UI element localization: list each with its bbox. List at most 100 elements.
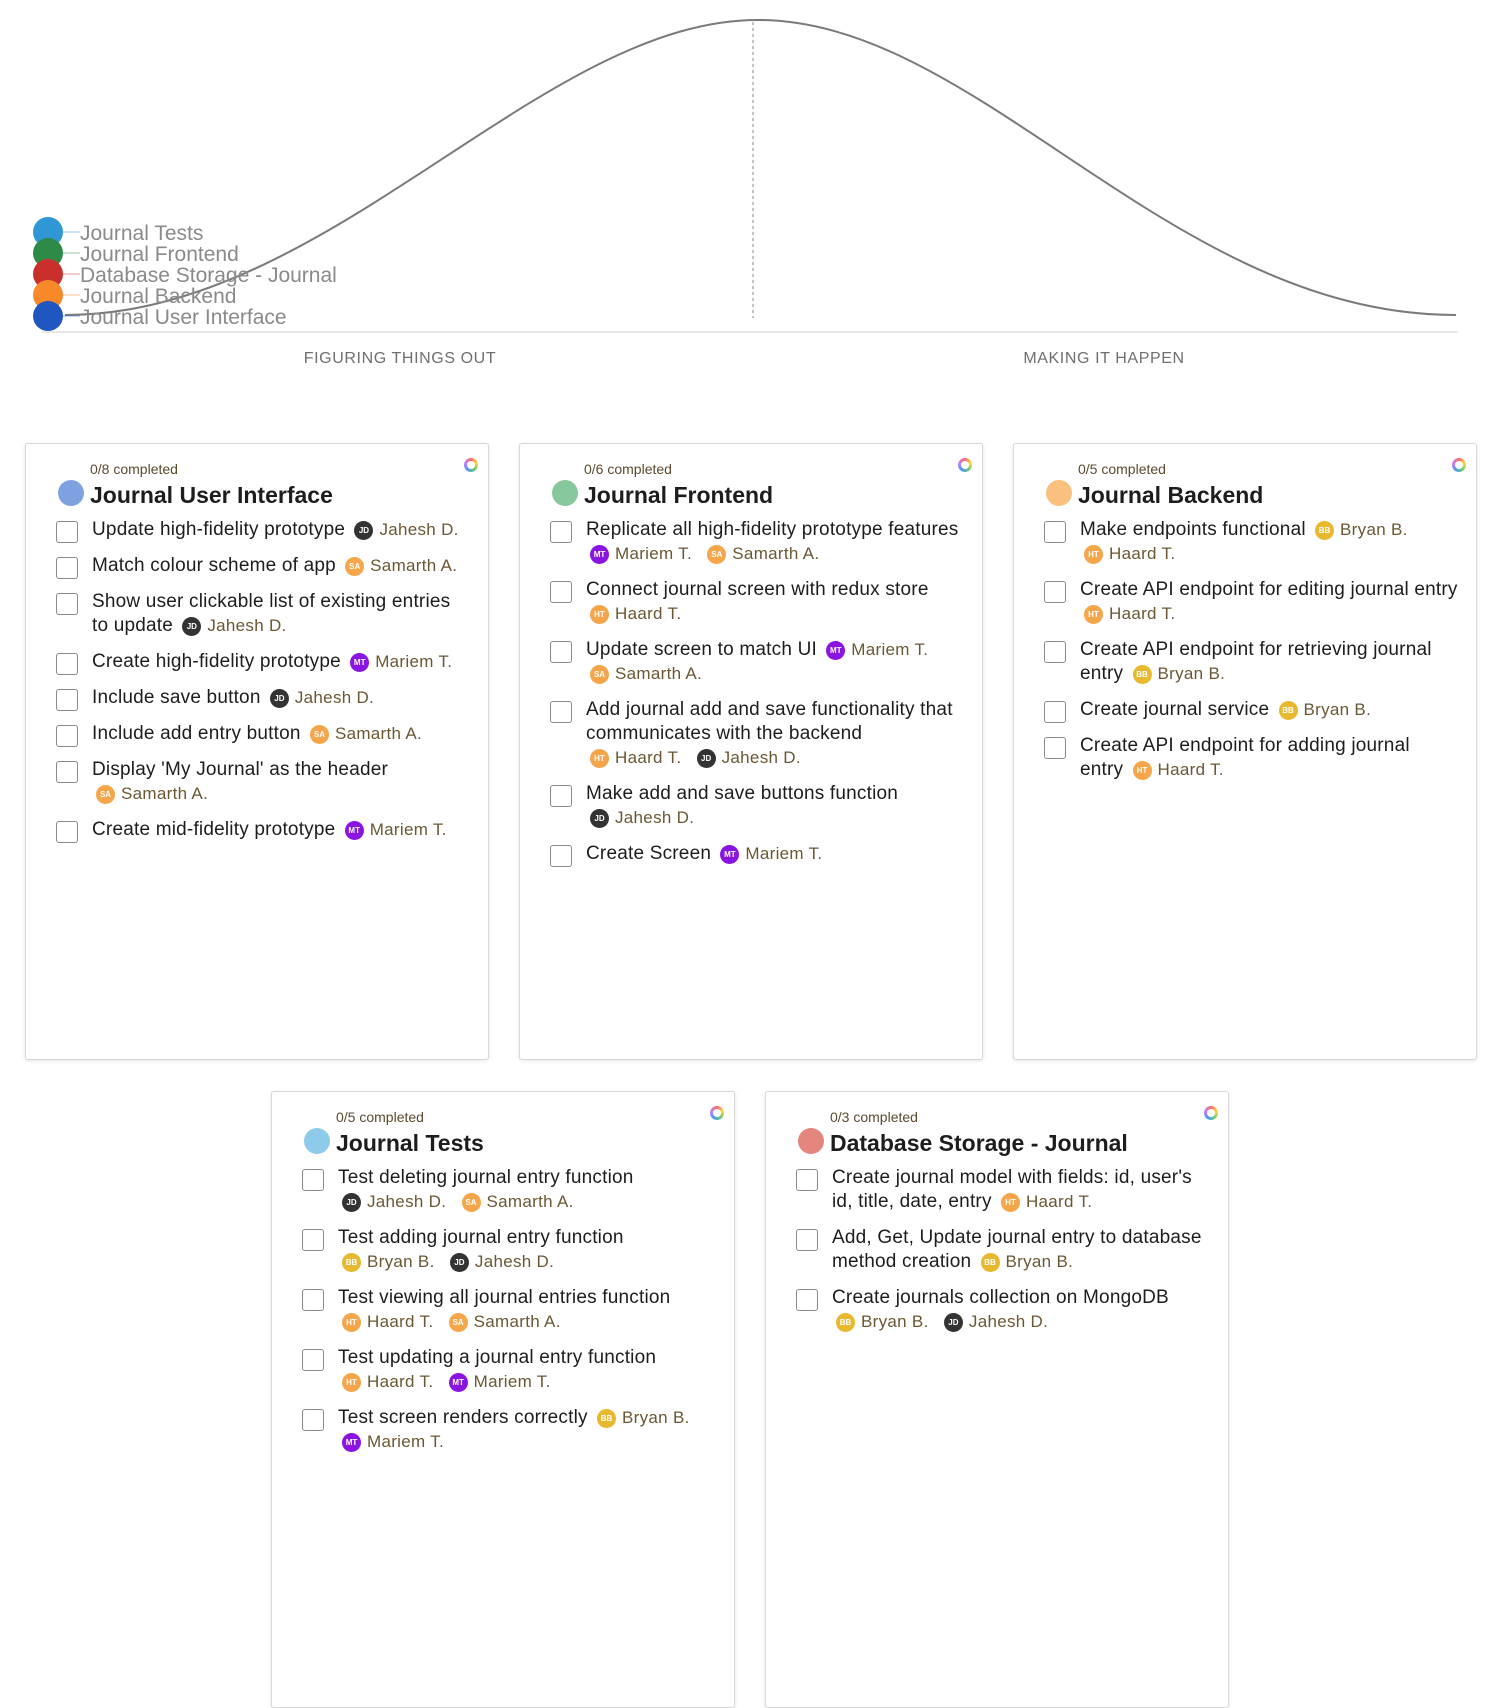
assignee[interactable]: HT Haard T.: [1000, 1190, 1092, 1214]
todo-title[interactable]: Create mid-fidelity prototype: [92, 819, 335, 840]
todo-checkbox[interactable]: [56, 725, 78, 748]
assignee[interactable]: BB Bryan B.: [1315, 518, 1408, 542]
todo-checkbox[interactable]: [302, 1409, 324, 1432]
avatar: MT: [350, 652, 370, 672]
todo-title[interactable]: Replicate all high-fidelity prototype fe…: [586, 519, 959, 540]
assignee[interactable]: HT Haard T.: [590, 602, 681, 626]
todo-title[interactable]: Update high-fidelity prototype: [92, 519, 345, 540]
todo-title[interactable]: Add journal add and save functionality t…: [586, 699, 953, 744]
assignee[interactable]: BB Bryan B.: [342, 1250, 435, 1274]
todo-title[interactable]: Create journal service: [1080, 699, 1269, 720]
assignee[interactable]: MT Mariem T.: [448, 1370, 551, 1394]
todo-title[interactable]: Include save button: [92, 687, 261, 708]
todo-title[interactable]: Include add entry button: [92, 723, 301, 744]
scope-title[interactable]: Journal User Interface: [90, 482, 333, 509]
assignee[interactable]: JD Jahesh D.: [182, 614, 286, 638]
todo-checkbox[interactable]: [1044, 641, 1066, 664]
scope-title[interactable]: Database Storage - Journal: [830, 1130, 1128, 1157]
todo-checkbox[interactable]: [550, 785, 572, 808]
todo-title[interactable]: Make add and save buttons function: [586, 783, 898, 804]
todo-title[interactable]: Create high-fidelity prototype: [92, 651, 341, 672]
todo-checkbox[interactable]: [796, 1289, 818, 1312]
assignee[interactable]: HT Haard T.: [1132, 758, 1224, 782]
todo-checkbox[interactable]: [56, 821, 78, 844]
assignee[interactable]: MT Mariem T.: [590, 542, 692, 566]
todo-checkbox[interactable]: [550, 641, 572, 664]
todo-checkbox[interactable]: [302, 1169, 324, 1191]
scope-title[interactable]: Journal Backend: [1078, 482, 1263, 509]
todo-title[interactable]: Create journals collection on MongoDB: [832, 1287, 1169, 1308]
assignee[interactable]: BB Bryan B.: [1278, 698, 1372, 722]
assignee[interactable]: JD Jahesh D.: [269, 686, 374, 710]
assignee[interactable]: SA Samarth A.: [96, 782, 208, 806]
todo-title[interactable]: Test updating a journal entry function: [338, 1347, 656, 1368]
todo-checkbox[interactable]: [302, 1289, 324, 1312]
assignee[interactable]: HT Haard T.: [342, 1310, 433, 1334]
assignee[interactable]: MT Mariem T.: [826, 638, 928, 662]
todo-title[interactable]: Match colour scheme of app: [92, 555, 336, 576]
todo-title[interactable]: Test viewing all journal entries functio…: [338, 1287, 670, 1308]
assignee[interactable]: JD Jahesh D.: [590, 806, 694, 830]
hill-dot[interactable]: [33, 301, 63, 331]
assignee[interactable]: HT Haard T.: [1084, 602, 1175, 626]
scope-title[interactable]: Journal Tests: [336, 1130, 484, 1157]
assignee[interactable]: MT Mariem T.: [350, 650, 452, 674]
assignee[interactable]: JD Jahesh D.: [342, 1190, 446, 1214]
avatar: MT: [720, 844, 740, 864]
todo-title[interactable]: Create API endpoint for adding journal e…: [1080, 735, 1410, 780]
todo-checkbox[interactable]: [56, 761, 78, 784]
assignee[interactable]: MT Mariem T.: [720, 842, 822, 866]
todo-title[interactable]: Test adding journal entry function: [338, 1227, 624, 1248]
todo-title[interactable]: Connect journal screen with redux store: [586, 579, 929, 600]
assignee[interactable]: HT Haard T.: [590, 746, 681, 770]
assignee[interactable]: JD Jahesh D.: [696, 746, 801, 770]
assignee[interactable]: SA Samarth A.: [345, 554, 457, 578]
assignee[interactable]: BB Bryan B.: [1132, 662, 1226, 686]
todo-checkbox[interactable]: [550, 521, 572, 543]
assignee[interactable]: SA Samarth A.: [461, 1190, 574, 1214]
todo-title[interactable]: Test screen renders correctly: [338, 1407, 588, 1428]
avatar: MT: [342, 1432, 361, 1452]
assignee[interactable]: BB Bryan B.: [597, 1406, 690, 1430]
todo-checkbox[interactable]: [302, 1349, 324, 1372]
assignee[interactable]: MT Mariem T.: [342, 1430, 444, 1454]
todo-item: Create Screen MT Mariem T.: [550, 842, 964, 868]
todo-title[interactable]: Display 'My Journal' as the header: [92, 759, 388, 780]
todo-checkbox[interactable]: [1044, 701, 1066, 724]
todo-checkbox[interactable]: [550, 701, 572, 724]
todo-title[interactable]: Test deleting journal entry function: [338, 1167, 634, 1188]
assignee[interactable]: BB Bryan B.: [980, 1250, 1074, 1274]
todo-checkbox[interactable]: [796, 1169, 818, 1191]
assignee[interactable]: BB Bryan B.: [836, 1310, 929, 1334]
scope-title[interactable]: Journal Frontend: [584, 482, 773, 509]
todo-checkbox[interactable]: [1044, 521, 1066, 543]
todo-title[interactable]: Create Screen: [586, 843, 711, 864]
todo-checkbox[interactable]: [1044, 737, 1066, 760]
assignee[interactable]: SA Samarth A.: [309, 722, 422, 746]
assignee[interactable]: JD Jahesh D.: [449, 1250, 554, 1274]
todo-checkbox[interactable]: [56, 689, 78, 712]
todo-title[interactable]: Create API endpoint for editing journal …: [1080, 579, 1458, 600]
todo-title[interactable]: Update screen to match UI: [586, 639, 817, 660]
assignee[interactable]: SA Samarth A.: [707, 542, 819, 566]
assignee[interactable]: JD Jahesh D.: [943, 1310, 1048, 1334]
scope-color-dot: [1046, 480, 1072, 506]
todo-checkbox[interactable]: [302, 1229, 324, 1252]
assignee[interactable]: MT Mariem T.: [344, 818, 447, 842]
assignee[interactable]: SA Samarth A.: [448, 1310, 561, 1334]
avatar: BB: [1132, 664, 1152, 684]
todo-checkbox[interactable]: [1044, 581, 1066, 604]
assignee[interactable]: JD Jahesh D.: [354, 518, 458, 542]
todo-checkbox[interactable]: [550, 845, 572, 868]
todo-title[interactable]: Make endpoints functional: [1080, 519, 1306, 540]
assignee[interactable]: HT Haard T.: [1084, 542, 1175, 566]
todo-checkbox[interactable]: [550, 581, 572, 604]
todo-checkbox[interactable]: [796, 1229, 818, 1252]
assignee[interactable]: SA Samarth A.: [590, 662, 702, 686]
todo-checkbox[interactable]: [56, 521, 78, 543]
todo-checkbox[interactable]: [56, 653, 78, 676]
progress-ring-icon: [1204, 1106, 1218, 1120]
todo-checkbox[interactable]: [56, 593, 78, 616]
todo-checkbox[interactable]: [56, 557, 78, 580]
assignee[interactable]: HT Haard T.: [342, 1370, 433, 1394]
